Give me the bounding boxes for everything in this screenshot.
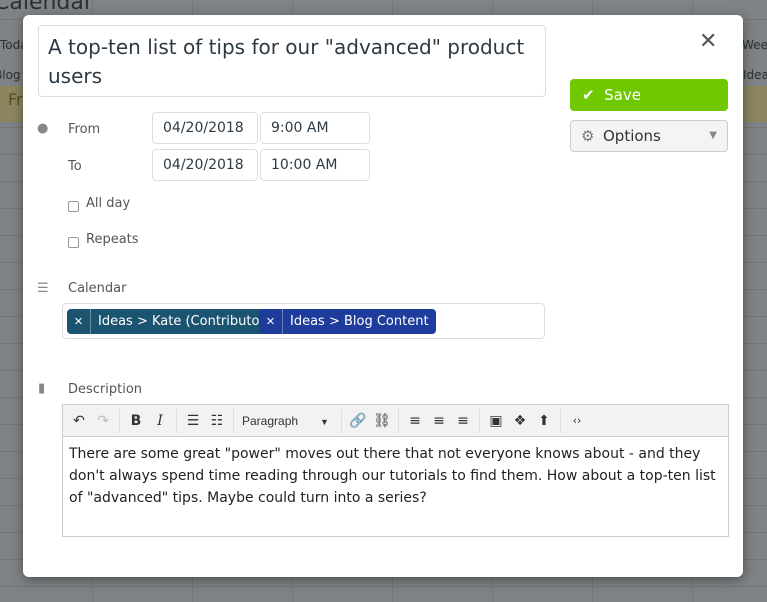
all-day-checkbox[interactable]	[68, 201, 79, 212]
caret-down-icon: ▼	[709, 130, 717, 141]
save-button[interactable]: ✔ Save	[570, 79, 728, 111]
divider	[478, 408, 480, 433]
to-date-input[interactable]: 04/20/2018	[152, 149, 258, 181]
remove-tag-icon[interactable]: ✕	[67, 309, 91, 334]
link-icon[interactable]: 🔗	[346, 413, 370, 429]
divider	[119, 408, 120, 433]
clock-icon: ●	[37, 121, 49, 136]
divider	[559, 408, 561, 433]
remove-tag-icon[interactable]: ✕	[259, 309, 283, 334]
calendar-tag: ✕ Ideas > Blog Content	[259, 309, 436, 334]
gear-icon: ⚙	[581, 127, 595, 145]
description-label: Description	[68, 382, 143, 397]
calendar-label: Calendar	[68, 281, 127, 296]
from-time-input[interactable]: 9:00 AM	[260, 112, 370, 144]
bullet-list-icon[interactable]: ☰	[181, 413, 205, 429]
close-icon[interactable]: ✕	[699, 29, 717, 54]
align-left-icon[interactable]: ≡	[403, 413, 427, 429]
format-dropdown[interactable]: Paragraph ▼	[238, 414, 337, 428]
description-editor: ↶ ↷ B I ☰ ☷ Paragraph ▼ 🔗 ⛓ ≡ ≡ ≡ ▣ ❖ ⬆ ‹…	[62, 404, 729, 537]
caret-down-icon: ▼	[320, 416, 329, 427]
calendar-tag-input[interactable]: ✕ Ideas > Kate (Contributor) ✕ Ideas > Blo…	[62, 303, 545, 339]
background-title: Calendar	[0, 0, 93, 15]
calendar-tag: ✕ Ideas > Kate (Contributor)	[67, 309, 277, 334]
week-button-bg: Week	[742, 38, 767, 52]
all-day-label: All day	[86, 196, 131, 211]
bold-icon[interactable]: B	[124, 413, 148, 429]
editor-toolbar: ↶ ↷ B I ☰ ☷ Paragraph ▼ 🔗 ⛓ ≡ ≡ ≡ ▣ ❖ ⬆ ‹…	[63, 405, 728, 437]
upload-icon[interactable]: ⬆	[532, 413, 556, 429]
from-label: From	[68, 122, 101, 137]
event-title-input[interactable]: A top-ten list of tips for our "advanced…	[38, 25, 546, 97]
to-label: To	[68, 159, 82, 174]
align-right-icon[interactable]: ≡	[451, 413, 475, 429]
options-dropdown[interactable]: ⚙ Options ▼	[570, 120, 728, 152]
document-icon: ▮	[38, 381, 46, 396]
redo-icon[interactable]: ↷	[91, 413, 115, 429]
ideas-calendar-bg: Ideas	[743, 68, 767, 82]
undo-icon[interactable]: ↶	[67, 413, 91, 429]
repeats-label: Repeats	[86, 232, 139, 247]
to-time-input[interactable]: 10:00 AM	[260, 149, 370, 181]
align-center-icon[interactable]: ≡	[427, 413, 451, 429]
event-bg-text: Fr	[8, 90, 23, 109]
event-dialog: A top-ten list of tips for our "advanced…	[23, 15, 743, 577]
divider	[176, 408, 177, 433]
repeats-checkbox[interactable]	[68, 237, 79, 248]
code-icon[interactable]: ‹›	[565, 414, 589, 427]
divider	[397, 408, 399, 433]
description-text[interactable]: There are some great "power" moves out t…	[63, 437, 728, 515]
divider	[340, 408, 342, 433]
dropbox-icon[interactable]: ❖	[508, 413, 532, 429]
divider	[233, 408, 234, 433]
unlink-icon[interactable]: ⛓	[370, 413, 394, 429]
italic-icon[interactable]: I	[148, 413, 172, 429]
image-icon[interactable]: ▣	[484, 413, 508, 429]
from-date-input[interactable]: 04/20/2018	[152, 112, 258, 144]
numbered-list-icon[interactable]: ☷	[205, 413, 229, 429]
check-icon: ✔	[582, 86, 595, 104]
list-icon: ☰	[37, 281, 49, 296]
